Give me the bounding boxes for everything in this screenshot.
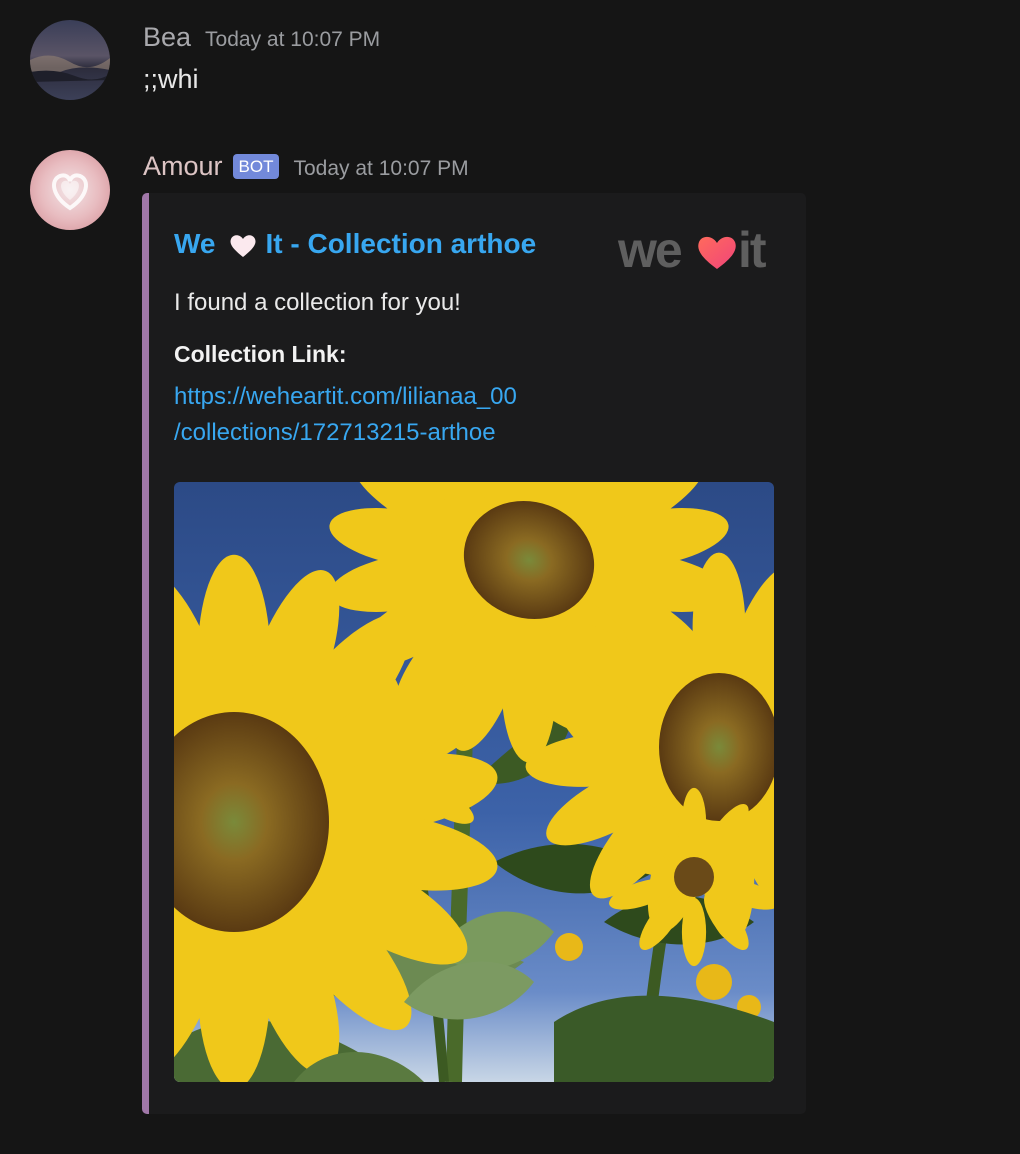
collection-link[interactable]: https://weheartit.com/lilianaa_00 /colle… xyxy=(174,379,517,451)
username[interactable]: Bea xyxy=(143,22,191,53)
embed: We It - Collection arthoe we it I found … xyxy=(142,193,806,1114)
message-content: ;;whi xyxy=(143,64,199,94)
message-header: Bea Today at 10:07 PM xyxy=(143,22,380,53)
embed-field-name: Collection Link: xyxy=(174,341,347,367)
embed-title-prefix: We xyxy=(174,228,216,259)
timestamp: Today at 10:07 PM xyxy=(293,157,469,180)
message-header: Amour BOT Today at 10:07 PM xyxy=(143,151,469,182)
timestamp: Today at 10:07 PM xyxy=(205,28,381,51)
logo-text-it: it xyxy=(738,223,767,273)
collection-link-line1: https://weheartit.com/lilianaa_00 xyxy=(174,383,517,410)
heart-icon xyxy=(230,235,255,257)
weheartit-logo[interactable]: we it xyxy=(614,223,779,273)
embed-title-suffix: It - Collection arthoe xyxy=(265,228,537,259)
avatar-amour[interactable] xyxy=(30,150,110,230)
logo-text-we: we xyxy=(617,223,682,273)
embed-description: I found a collection for you! xyxy=(174,289,461,316)
username[interactable]: Amour xyxy=(143,151,223,182)
bot-tag: BOT xyxy=(232,154,280,179)
collection-link-line2: /collections/172713215-arthoe xyxy=(174,419,496,446)
embed-title[interactable]: We It - Collection arthoe xyxy=(174,228,536,260)
embed-image-sunflowers[interactable] xyxy=(174,482,774,1082)
avatar-bea[interactable] xyxy=(30,20,110,100)
